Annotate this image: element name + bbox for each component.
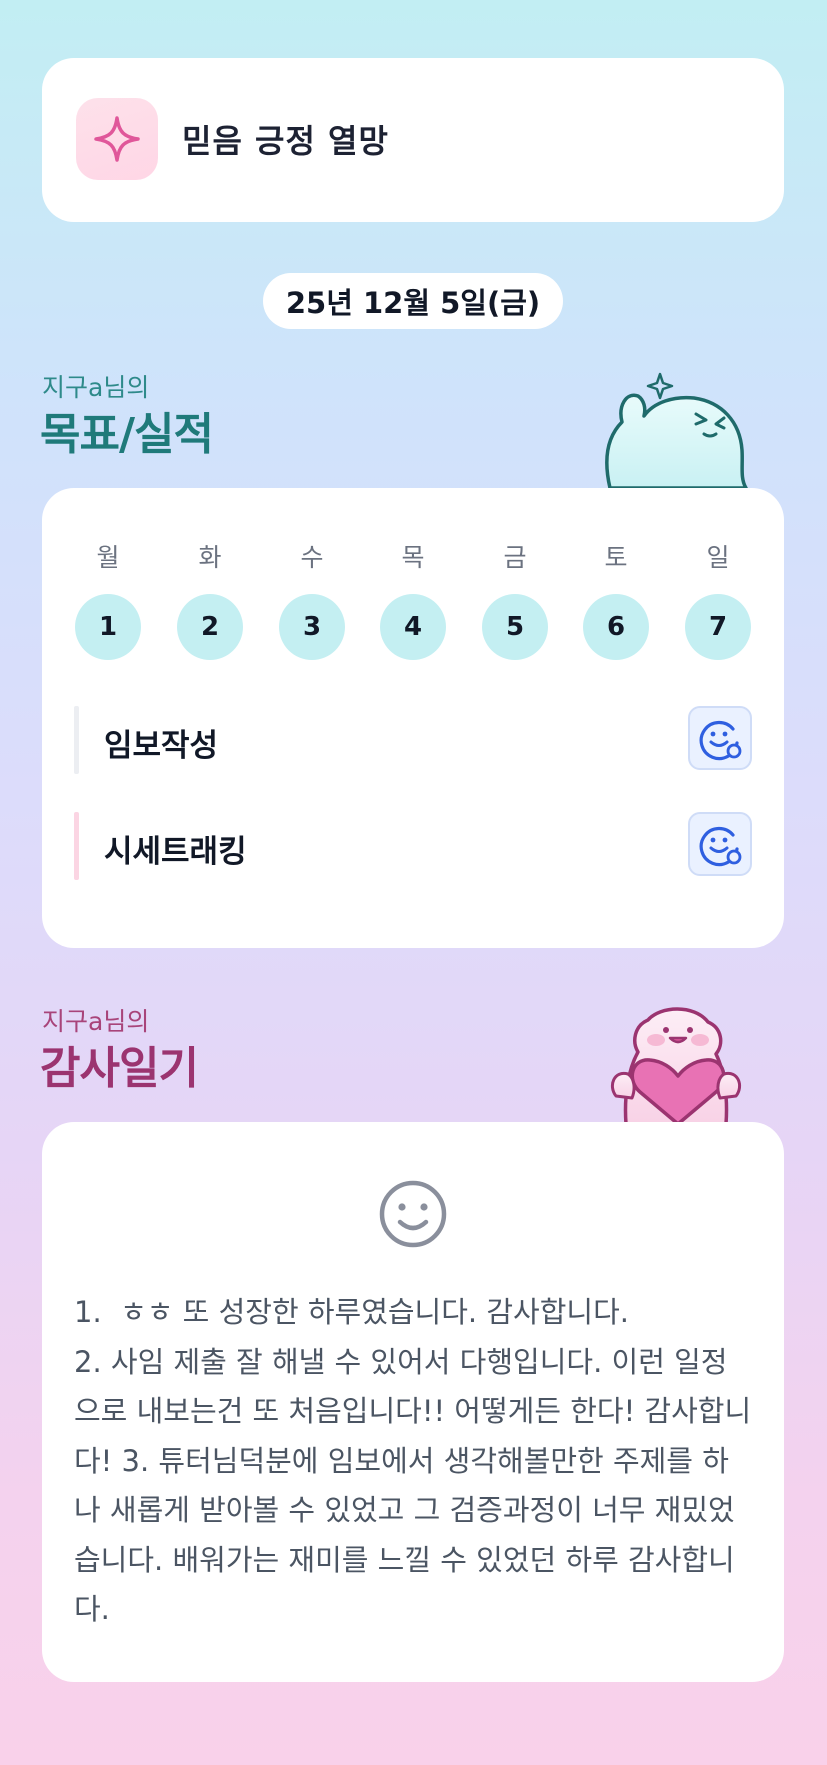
task-color-bar [74, 812, 79, 880]
goals-title: 목표/실적 [40, 409, 214, 460]
day-button-2[interactable]: 2 [177, 594, 243, 660]
mood-add-button[interactable] [688, 706, 752, 770]
day-button-3[interactable]: 3 [279, 594, 345, 660]
sparkle-icon-box [76, 98, 158, 180]
weekday-label: 화 [198, 543, 222, 572]
mood-add-button[interactable] [688, 812, 752, 876]
day-button-4[interactable]: 4 [380, 594, 446, 660]
mood-add-icon [699, 721, 742, 761]
heart-ghost-mascot-icon [611, 1007, 741, 1124]
smile-icon [379, 1180, 447, 1248]
sparkle-icon [94, 116, 140, 162]
gratitude-card: 1. ㅎㅎ 또 성장한 하루였습니다. 감사합니다. 2. 사임 제출 잘 해낼… [42, 1122, 784, 1682]
date-selector[interactable]: 25년 12월 5일(금) [263, 273, 563, 329]
task-row: 임보작성 [74, 706, 752, 774]
motto-card: 믿음 긍정 열망 [42, 58, 784, 222]
weekday-label: 일 [706, 543, 730, 572]
mood-add-icon [699, 827, 742, 867]
gratitude-text: 1. ㅎㅎ 또 성장한 하루였습니다. 감사합니다. 2. 사임 제출 잘 해낼… [74, 1295, 752, 1626]
weekday-label: 토 [604, 543, 628, 572]
weekday-label: 금 [503, 543, 527, 572]
weekday-label: 목 [401, 543, 425, 572]
weekday-label: 월 [96, 543, 120, 572]
day-button-7[interactable]: 7 [685, 594, 751, 660]
day-button-1[interactable]: 1 [75, 594, 141, 660]
task-label: 임보작성 [104, 728, 219, 764]
ghost-mascot-icon [605, 372, 748, 488]
gratitude-title: 감사일기 [40, 1043, 199, 1094]
task-color-bar [74, 706, 79, 774]
goals-card: 월 화 수 목 금 토 일 1 2 3 4 5 6 7 임보작성 시세트래킹 [42, 488, 784, 948]
motto-text: 믿음 긍정 열망 [182, 122, 389, 160]
day-button-5[interactable]: 5 [482, 594, 548, 660]
weekday-label: 수 [300, 543, 324, 572]
task-row: 시세트래킹 [74, 812, 752, 880]
task-label: 시세트래킹 [104, 834, 247, 870]
day-button-6[interactable]: 6 [583, 594, 649, 660]
